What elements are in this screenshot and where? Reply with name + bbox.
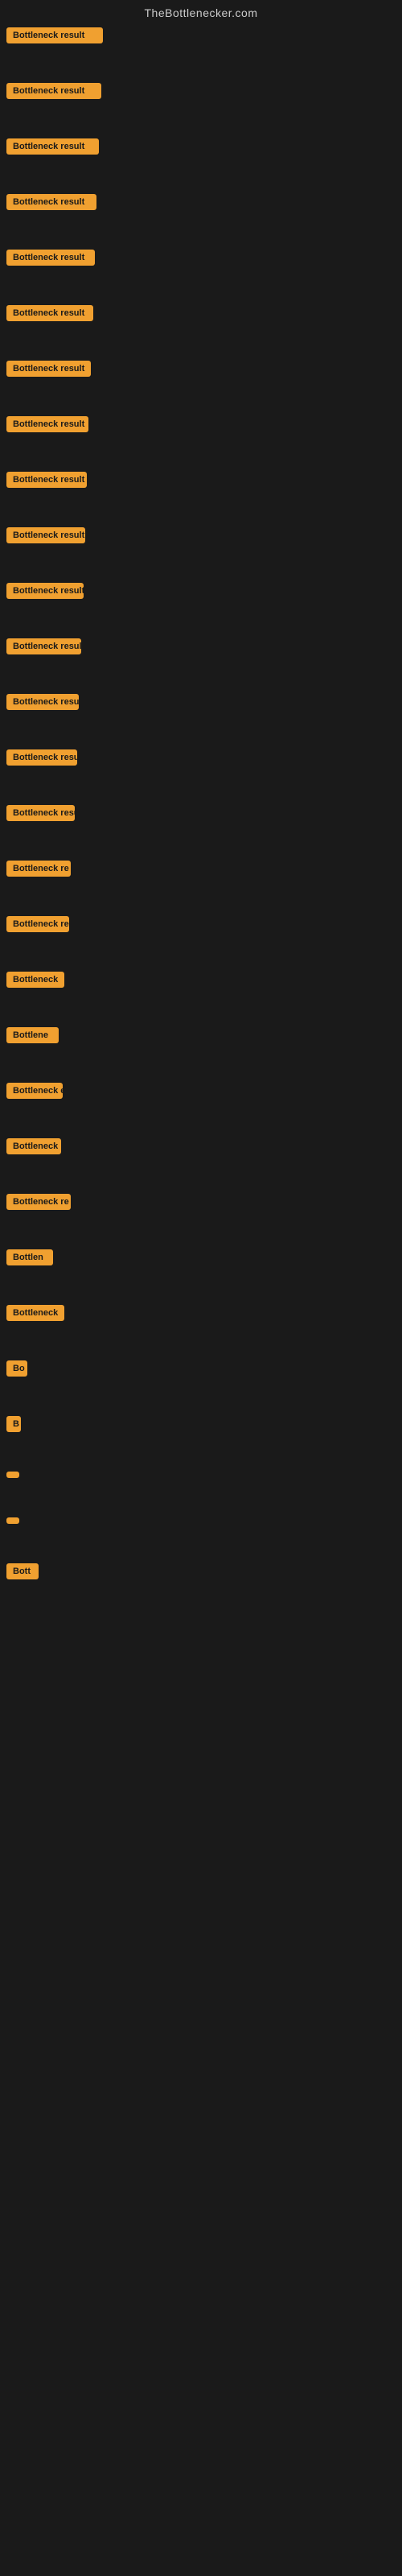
bottleneck-badge[interactable]: Bottleneck re [6, 1194, 71, 1210]
bottleneck-badge[interactable]: Bottleneck result [6, 27, 103, 43]
row-spacer [0, 661, 402, 689]
list-item: Bottleneck [0, 1300, 402, 1326]
list-item: Bottleneck re [0, 1189, 402, 1215]
bottleneck-badge[interactable]: Bottlene [6, 1027, 59, 1043]
bottleneck-list: Bottleneck result Bottleneck result Bottle… [0, 23, 402, 1614]
bottom-spacer-4 [0, 1904, 402, 2000]
bottleneck-badge[interactable]: Bottleneck result [6, 472, 87, 488]
list-item: Bott [0, 1558, 402, 1584]
bottleneck-badge[interactable]: Bottleneck result [6, 83, 101, 99]
bottleneck-badge[interactable]: Bottleneck result [6, 638, 81, 654]
row-spacer [0, 939, 402, 967]
row-spacer [0, 1216, 402, 1245]
list-item: Bottleneck result [0, 23, 402, 48]
bottleneck-badge[interactable]: Bottleneck result [6, 138, 99, 155]
list-item: Bottleneck result [0, 78, 402, 104]
bottleneck-badge[interactable]: Bottleneck result [6, 194, 96, 210]
list-item: Bottleneck result [0, 189, 402, 215]
list-item: Bottleneck re [0, 856, 402, 881]
bottleneck-badge[interactable] [6, 1472, 19, 1478]
list-item: Bottleneck result [0, 356, 402, 382]
list-item: Bottleneck result [0, 522, 402, 548]
bottleneck-badge[interactable]: Bottleneck result [6, 527, 85, 543]
row-spacer [0, 1586, 402, 1614]
bottleneck-badge[interactable]: Bo [6, 1360, 27, 1377]
bottleneck-badge[interactable]: Bottleneck result [6, 305, 93, 321]
bottleneck-badge[interactable]: Bottleneck result [6, 694, 79, 710]
bottleneck-badge[interactable] [6, 1517, 19, 1524]
bottleneck-badge[interactable]: Bottleneck [6, 1138, 61, 1154]
list-item: Bottleneck result [0, 634, 402, 659]
row-spacer [0, 772, 402, 800]
row-spacer [0, 1161, 402, 1189]
row-spacer [0, 272, 402, 300]
bottleneck-badge[interactable]: Bott [6, 1563, 39, 1579]
list-item: Bottleneck result [0, 578, 402, 604]
list-item: Bottlen [0, 1245, 402, 1270]
row-spacer [0, 161, 402, 189]
bottleneck-badge[interactable]: Bottleneck result [6, 583, 84, 599]
list-item: Bottleneck result [0, 245, 402, 270]
row-spacer [0, 828, 402, 856]
row-spacer [0, 217, 402, 245]
bottom-spacer-2 [0, 1711, 402, 1807]
bottleneck-badge[interactable]: Bottleneck result [6, 805, 75, 821]
row-spacer [0, 105, 402, 134]
row-spacer [0, 1272, 402, 1300]
bottom-spacer-3 [0, 1807, 402, 1904]
bottleneck-badge[interactable]: Bottleneck e [6, 1083, 63, 1099]
row-spacer [0, 605, 402, 634]
bottleneck-badge[interactable]: Bottleneck result [6, 416, 88, 432]
row-spacer [0, 1530, 402, 1558]
list-item: Bottlene [0, 1022, 402, 1048]
list-item: Bo [0, 1356, 402, 1381]
bottleneck-badge[interactable]: Bottleneck result [6, 749, 77, 766]
list-item: Bottleneck result [0, 745, 402, 770]
row-spacer [0, 883, 402, 911]
bottleneck-badge[interactable]: Bottleneck resul [6, 916, 69, 932]
row-spacer [0, 716, 402, 745]
row-spacer [0, 1439, 402, 1467]
list-item: B [0, 1411, 402, 1437]
list-item: Bottleneck result [0, 800, 402, 826]
list-item: Bottleneck [0, 1133, 402, 1159]
row-spacer [0, 328, 402, 356]
list-item: Bottleneck result [0, 411, 402, 437]
bottleneck-badge[interactable]: Bottleneck result [6, 361, 91, 377]
row-spacer [0, 550, 402, 578]
bottom-spacer-5 [0, 2000, 402, 2097]
bottom-spacer [0, 1614, 402, 1711]
row-spacer [0, 1105, 402, 1133]
row-spacer [0, 1484, 402, 1513]
bottleneck-badge[interactable]: Bottleneck result [6, 250, 95, 266]
list-item: Bottleneck e [0, 1078, 402, 1104]
list-item: Bottleneck result [0, 467, 402, 493]
row-spacer [0, 994, 402, 1022]
list-item: Bottleneck [0, 967, 402, 993]
bottleneck-badge[interactable]: Bottleneck [6, 972, 64, 988]
list-item: Bottleneck result [0, 689, 402, 715]
list-item [0, 1513, 402, 1529]
row-spacer [0, 1327, 402, 1356]
row-spacer [0, 494, 402, 522]
row-spacer [0, 1050, 402, 1078]
list-item [0, 1467, 402, 1483]
row-spacer [0, 50, 402, 78]
list-item: Bottleneck result [0, 300, 402, 326]
bottleneck-badge[interactable]: B [6, 1416, 21, 1432]
bottleneck-badge[interactable]: Bottlen [6, 1249, 53, 1265]
list-item: Bottleneck result [0, 134, 402, 159]
row-spacer [0, 383, 402, 411]
bottleneck-badge[interactable]: Bottleneck re [6, 861, 71, 877]
row-spacer [0, 439, 402, 467]
site-title: TheBottlenecker.com [0, 0, 402, 23]
row-spacer [0, 1383, 402, 1411]
bottleneck-badge[interactable]: Bottleneck [6, 1305, 64, 1321]
list-item: Bottleneck resul [0, 911, 402, 937]
